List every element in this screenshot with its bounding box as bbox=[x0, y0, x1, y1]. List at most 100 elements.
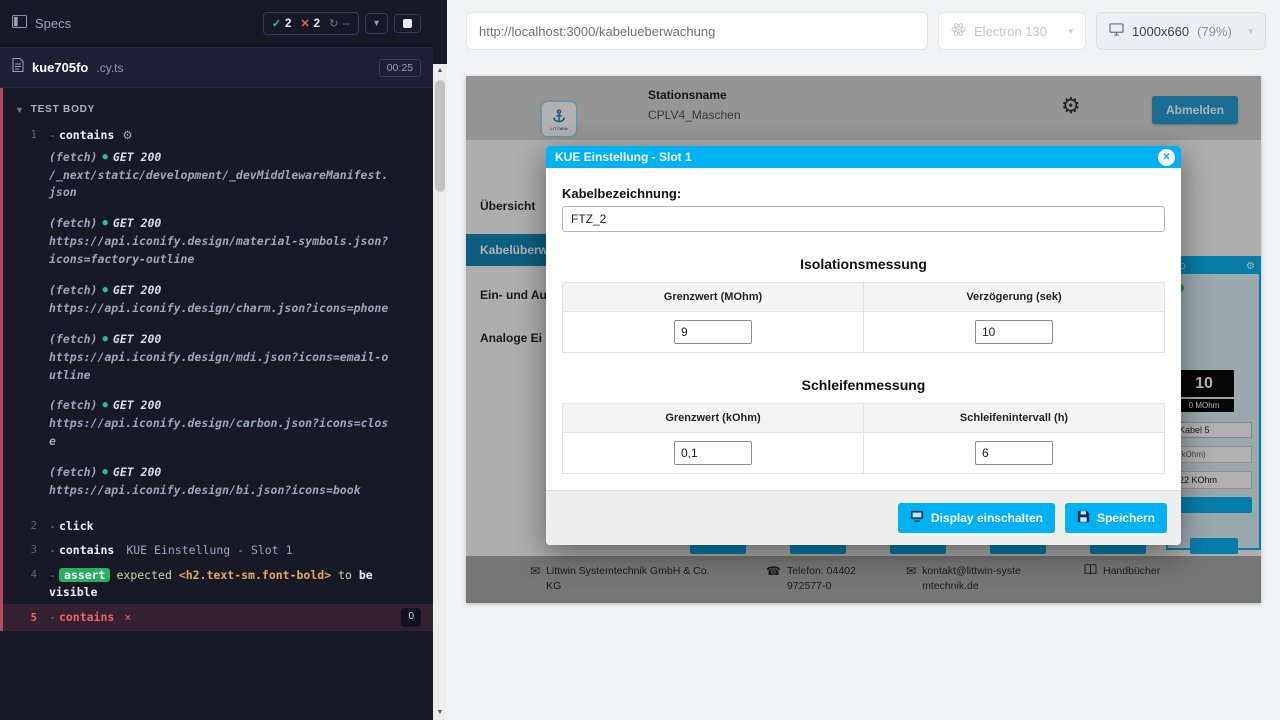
isolation-heading: Isolationsmessung bbox=[562, 256, 1165, 272]
command-number: 4 bbox=[3, 567, 49, 600]
command-number: 5 bbox=[3, 610, 49, 626]
floppy-disk-icon bbox=[1077, 510, 1090, 526]
assert-badge: assert bbox=[59, 568, 111, 582]
chevron-down-icon: ▼ bbox=[15, 105, 25, 115]
command-number: 1 bbox=[3, 127, 49, 144]
command-assert[interactable]: 4 -assertexpected <h2.text-sm.font-bold>… bbox=[3, 563, 433, 604]
failed-test-block: ▼ TEST BODY 1 -contains⚙ (fetch)●GET 200… bbox=[0, 88, 433, 631]
collapse-all-button[interactable]: ▾ bbox=[365, 13, 388, 34]
browser-selector[interactable]: Electron 130 ▾ bbox=[938, 12, 1086, 50]
status-dot-icon: ● bbox=[102, 218, 107, 228]
stat-failed: ✕2 bbox=[300, 17, 320, 30]
assert-target: <h2.text-sm.font-bold> bbox=[179, 568, 331, 582]
scroll-down-icon[interactable]: ▼ bbox=[433, 706, 447, 720]
fetch-log[interactable]: (fetch)●GET 200 https://api.iconify.desi… bbox=[3, 398, 433, 451]
command-contains-2[interactable]: 3 -containsKUE Einstellung - Slot 1 bbox=[3, 538, 433, 563]
command-contains-1[interactable]: 1 -contains⚙ bbox=[3, 123, 433, 148]
cable-name-label: Kabelbezeichnung: bbox=[562, 186, 1165, 201]
schleifen-col-intervall: Schleifenintervall (h) bbox=[864, 404, 1165, 433]
browser-bar: Electron 130 ▾ 1000x660 (79%) ▾ bbox=[447, 0, 1280, 62]
fetch-url: https://api.iconify.design/material-symb… bbox=[49, 233, 394, 269]
fetch-log[interactable]: (fetch)●GET 200 https://api.iconify.desi… bbox=[3, 216, 433, 269]
schleifen-table: Grenzwert (kOhm) Schleifenintervall (h) bbox=[562, 403, 1165, 474]
app-viewport: Stationsname CPLV4_Maschen ⚙ Abmelden LI… bbox=[466, 76, 1261, 603]
table-row bbox=[563, 312, 1165, 353]
fetch-url: https://api.iconify.design/bi.json?icons… bbox=[49, 482, 394, 500]
reporter-header: Specs ✓2 ✕2 ↻-- ▾ bbox=[0, 0, 433, 48]
url-bar[interactable] bbox=[466, 12, 928, 50]
fetch-url: https://api.iconify.design/mdi.json?icon… bbox=[49, 349, 394, 385]
display-on-button[interactable]: Display einschalten bbox=[898, 503, 1055, 533]
cross-icon: ✕ bbox=[300, 17, 309, 30]
command-name: contains bbox=[59, 128, 114, 142]
gear-icon: ⚙ bbox=[122, 128, 132, 142]
stat-passed: ✓2 bbox=[272, 17, 292, 30]
stop-icon bbox=[403, 19, 412, 28]
scroll-up-icon[interactable]: ▲ bbox=[433, 64, 447, 78]
fetch-log[interactable]: (fetch)●GET 200 https://api.iconify.desi… bbox=[3, 332, 433, 385]
refresh-icon: ↻ bbox=[329, 17, 338, 30]
viewport-selector[interactable]: 1000x660 (79%) ▾ bbox=[1096, 12, 1266, 50]
retry-count-badge: 0 bbox=[401, 608, 421, 627]
spec-duration: 00:25 bbox=[379, 59, 421, 77]
stop-tests-button[interactable] bbox=[394, 14, 421, 33]
fetch-url: https://api.iconify.design/carbon.json?i… bbox=[49, 415, 394, 451]
spec-file-icon bbox=[12, 58, 24, 77]
isolation-col-verzoegerung: Verzögerung (sek) bbox=[864, 283, 1165, 312]
status-dot-icon: ● bbox=[102, 400, 107, 410]
monitor-icon bbox=[910, 510, 924, 526]
cypress-reporter: Specs ✓2 ✕2 ↻-- ▾ kue705fo .cy.ts 00:25 … bbox=[0, 0, 433, 720]
command-name: contains bbox=[59, 610, 114, 624]
scrollbar-thumb[interactable] bbox=[435, 80, 445, 192]
status-dot-icon: ● bbox=[102, 467, 107, 477]
isolation-col-grenzwert: Grenzwert (MOhm) bbox=[563, 283, 864, 312]
test-stats[interactable]: ✓2 ✕2 ↻-- bbox=[263, 12, 359, 35]
status-dot-icon: ● bbox=[102, 285, 107, 295]
schleifen-col-grenzwert: Grenzwert (kOhm) bbox=[563, 404, 864, 433]
save-button[interactable]: Speichern bbox=[1065, 503, 1167, 533]
command-click[interactable]: 2 -click bbox=[3, 514, 433, 539]
isolation-grenzwert-input[interactable] bbox=[674, 320, 752, 344]
aut-pane: Electron 130 ▾ 1000x660 (79%) ▾ Stations… bbox=[447, 0, 1280, 720]
fetch-log[interactable]: (fetch)●GET 200 /_next/static/developmen… bbox=[3, 150, 433, 203]
schleifen-heading: Schleifenmessung bbox=[562, 377, 1165, 393]
chevron-down-icon: ▾ bbox=[1248, 26, 1253, 37]
command-number: 2 bbox=[3, 518, 49, 535]
isolation-table: Grenzwert (MOhm) Verzögerung (sek) bbox=[562, 282, 1165, 353]
table-row bbox=[563, 433, 1165, 474]
specs-label[interactable]: Specs bbox=[35, 16, 71, 31]
close-icon[interactable]: ✕ bbox=[1158, 149, 1175, 166]
test-body-toggle[interactable]: ▼ TEST BODY bbox=[3, 100, 433, 123]
status-dot-icon: ● bbox=[102, 334, 107, 344]
stat-pending: ↻-- bbox=[329, 17, 350, 30]
dialog-footer: Display einschalten Speichern bbox=[546, 490, 1181, 545]
cable-name-input[interactable] bbox=[562, 206, 1165, 232]
spec-file-row[interactable]: kue705fo .cy.ts 00:25 bbox=[0, 48, 433, 88]
spec-extension: .cy.ts bbox=[96, 61, 123, 75]
dialog-header: KUE Einstellung - Slot 1 ✕ bbox=[546, 146, 1181, 168]
isolation-verzoegerung-input[interactable] bbox=[975, 320, 1053, 344]
schleifen-grenzwert-input[interactable] bbox=[674, 441, 752, 465]
viewport-zoom: (79%) bbox=[1197, 24, 1232, 39]
schleifen-intervall-input[interactable] bbox=[975, 441, 1053, 465]
status-dot-icon: ● bbox=[102, 152, 107, 162]
scrollbar-track[interactable]: ▲ ▼ bbox=[433, 64, 447, 720]
fetch-log[interactable]: (fetch)●GET 200 https://api.iconify.desi… bbox=[3, 465, 433, 500]
chevron-down-icon: ▾ bbox=[374, 18, 379, 29]
kue-settings-dialog: KUE Einstellung - Slot 1 ✕ Kabelbezeichn… bbox=[546, 146, 1181, 545]
fetch-log[interactable]: (fetch)●GET 200 https://api.iconify.desi… bbox=[3, 283, 433, 318]
electron-icon bbox=[951, 22, 966, 40]
reporter-scrollbar: ▲ ▼ bbox=[433, 0, 447, 720]
specs-panel-icon[interactable] bbox=[12, 15, 27, 33]
check-icon: ✓ bbox=[272, 17, 281, 30]
spec-name: kue705fo bbox=[32, 60, 88, 75]
url-input[interactable] bbox=[479, 24, 915, 39]
command-argument: × bbox=[124, 610, 131, 624]
fetch-url: /_next/static/development/_devMiddleware… bbox=[49, 167, 394, 203]
dialog-title: KUE Einstellung - Slot 1 bbox=[555, 150, 692, 164]
viewport-icon bbox=[1109, 23, 1124, 39]
fetch-url: https://api.iconify.design/charm.json?ic… bbox=[49, 300, 394, 318]
command-name: click bbox=[59, 519, 94, 533]
command-argument: KUE Einstellung - Slot 1 bbox=[126, 543, 292, 557]
command-contains-failed[interactable]: 5 -contains× 0 bbox=[3, 604, 433, 631]
